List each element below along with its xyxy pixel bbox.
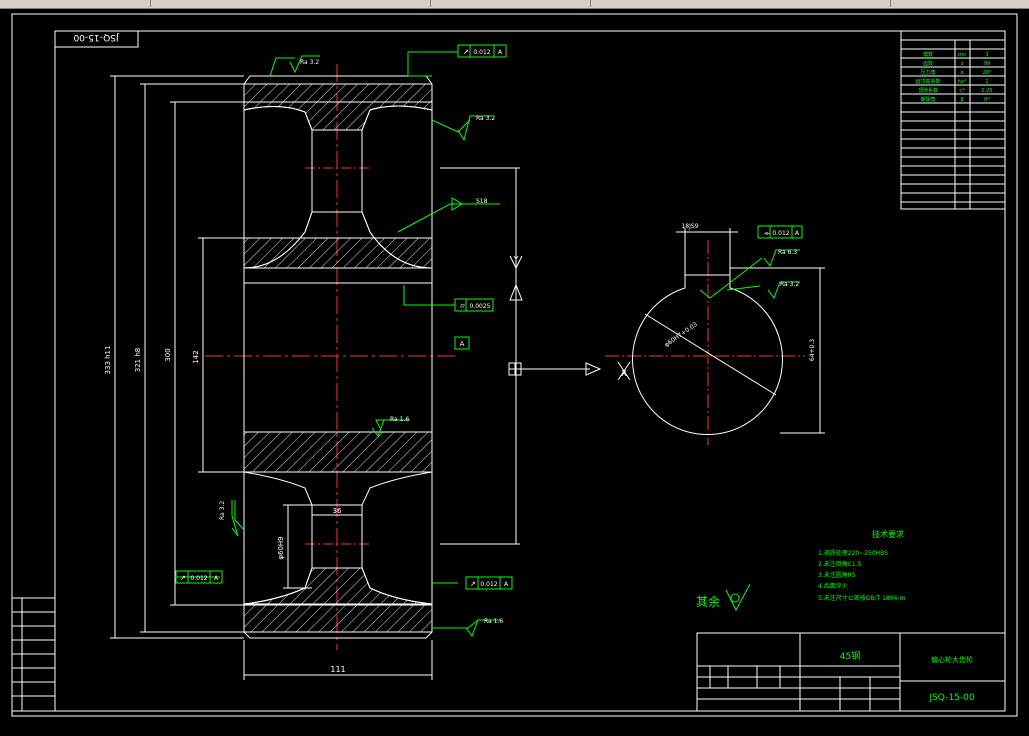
roughness-1: Ra 3.2 xyxy=(300,59,319,66)
dim-outer-diameter: 333 h11 xyxy=(104,346,112,375)
section-label-x: X xyxy=(621,369,627,378)
gear-section-hatch xyxy=(243,83,433,633)
roughness-2: Ra 3.2 xyxy=(476,115,495,122)
roughness-4: Ra 3.2 xyxy=(219,501,226,520)
section-indicator xyxy=(508,255,631,381)
title-name: 偏心轮大齿轮 xyxy=(931,655,973,664)
leaders xyxy=(175,51,520,629)
svg-text:0.25: 0.25 xyxy=(981,88,992,94)
svg-text:1: 1 xyxy=(985,79,988,85)
tol-datum-left: A xyxy=(214,575,219,582)
roughness-other-symbol xyxy=(725,583,751,612)
svg-text:压力角: 压力角 xyxy=(920,69,935,76)
tol-runout-left: 0.012 xyxy=(190,575,207,582)
roughness-6: Ra 6.3 xyxy=(778,249,797,256)
dim-hub-width: 36 xyxy=(333,507,342,515)
roughness-other-label: 其余 xyxy=(696,594,720,609)
left-side-table xyxy=(11,597,56,712)
dim-key-width: 18JS9 xyxy=(681,223,698,230)
svg-text:ha*: ha* xyxy=(958,79,967,85)
datum-label: A xyxy=(460,340,465,348)
title-material: 45钢 xyxy=(840,650,860,662)
tol-runout-right: 0.012 xyxy=(480,581,497,588)
svg-text:3: 3 xyxy=(985,52,988,58)
tol-symbol: ↗ xyxy=(463,48,469,56)
tol-sym-symbol: ⌯ xyxy=(764,229,770,237)
tech-req-title: 技术要求 xyxy=(872,529,904,539)
tol-runout-top: 0.012 xyxy=(473,49,490,56)
tol-right-symbol: ↗ xyxy=(470,580,476,588)
bore-view xyxy=(605,225,825,445)
dim-width: 111 xyxy=(330,665,345,674)
tol-datum-top: A xyxy=(498,49,503,56)
dim-hub-diameter: 300 xyxy=(164,348,172,361)
svg-text:c*: c* xyxy=(959,88,965,94)
gear-outline xyxy=(243,75,433,639)
svg-text:3.未注圆角R5: 3.未注圆角R5 xyxy=(818,571,856,579)
svg-text:4.齿面淬火: 4.齿面淬火 xyxy=(818,582,848,590)
svg-text:齿数: 齿数 xyxy=(923,60,933,67)
svg-text:螺旋角: 螺旋角 xyxy=(920,96,935,103)
drawing-canvas[interactable]: JSQ-15-00 333 h11 321 h8 300 142 φ60H9 1… xyxy=(0,9,1029,732)
svg-text:20°: 20° xyxy=(983,70,992,76)
toolbar-segment[interactable] xyxy=(430,0,591,7)
param-cells: 模数 mn 3 齿数 z 99 压力角 α 20° 齿顶高系数 ha* 1 顶隙… xyxy=(915,51,992,103)
section-label-y: Y xyxy=(513,255,519,264)
svg-text:5.未注尺寸公差按GB/T 1804-m: 5.未注尺寸公差按GB/T 1804-m xyxy=(818,594,906,602)
svg-text:99: 99 xyxy=(984,61,990,67)
dim-bore: φ60H9 xyxy=(277,536,285,559)
tol-datum-sym: A xyxy=(795,230,800,237)
svg-text:齿顶高系数: 齿顶高系数 xyxy=(915,78,940,85)
dim-key-depth: 64+0.3 xyxy=(809,339,816,361)
roughness-5: Ra 1.6 xyxy=(484,618,503,625)
inner-frame xyxy=(54,30,1006,712)
tol-cyl-symbol: ⌭ xyxy=(460,302,465,310)
toolbar-segment[interactable] xyxy=(590,0,891,7)
title-number: JSQ-15-00 xyxy=(928,693,974,703)
svg-text:2.未注倒角C1.5: 2.未注倒角C1.5 xyxy=(818,560,862,568)
svg-text:β: β xyxy=(960,97,963,103)
tech-req-list: 1.调质处理220~250HBS 2.未注倒角C1.5 3.未注圆角R5 4.齿… xyxy=(818,549,906,602)
dim-web-diameter: 142 xyxy=(192,350,200,363)
toolbar-segment[interactable] xyxy=(0,0,151,7)
svg-text:α: α xyxy=(960,70,964,76)
tol-datum-right: A xyxy=(504,581,509,588)
svg-text:z: z xyxy=(961,61,964,67)
chamfer-note: S18 xyxy=(476,198,488,205)
dim-root-diameter: 321 h8 xyxy=(134,348,142,372)
svg-text:顶隙系数: 顶隙系数 xyxy=(918,87,938,94)
roughness-3: Ra 1.6 xyxy=(390,416,409,423)
tol-left-symbol: ↗ xyxy=(180,574,186,582)
svg-text:0°: 0° xyxy=(984,97,990,103)
toolbar-segment[interactable] xyxy=(150,0,431,7)
parameter-table xyxy=(900,30,1006,210)
svg-text:mn: mn xyxy=(958,52,966,58)
svg-text:1.调质处理220~250HBS: 1.调质处理220~250HBS xyxy=(818,549,888,557)
svg-text:模数: 模数 xyxy=(923,51,933,58)
tol-cylindricity: 0.0025 xyxy=(470,303,491,310)
roughness-7: Ra 3.2 xyxy=(780,281,799,288)
cad-toolbar-strip xyxy=(0,0,1029,9)
tol-symmetry: 0.012 xyxy=(772,230,789,237)
cad-drawing[interactable]: JSQ-15-00 333 h11 321 h8 300 142 φ60H9 1… xyxy=(0,9,1029,732)
stamp-text: JSQ-15-00 xyxy=(73,32,119,42)
